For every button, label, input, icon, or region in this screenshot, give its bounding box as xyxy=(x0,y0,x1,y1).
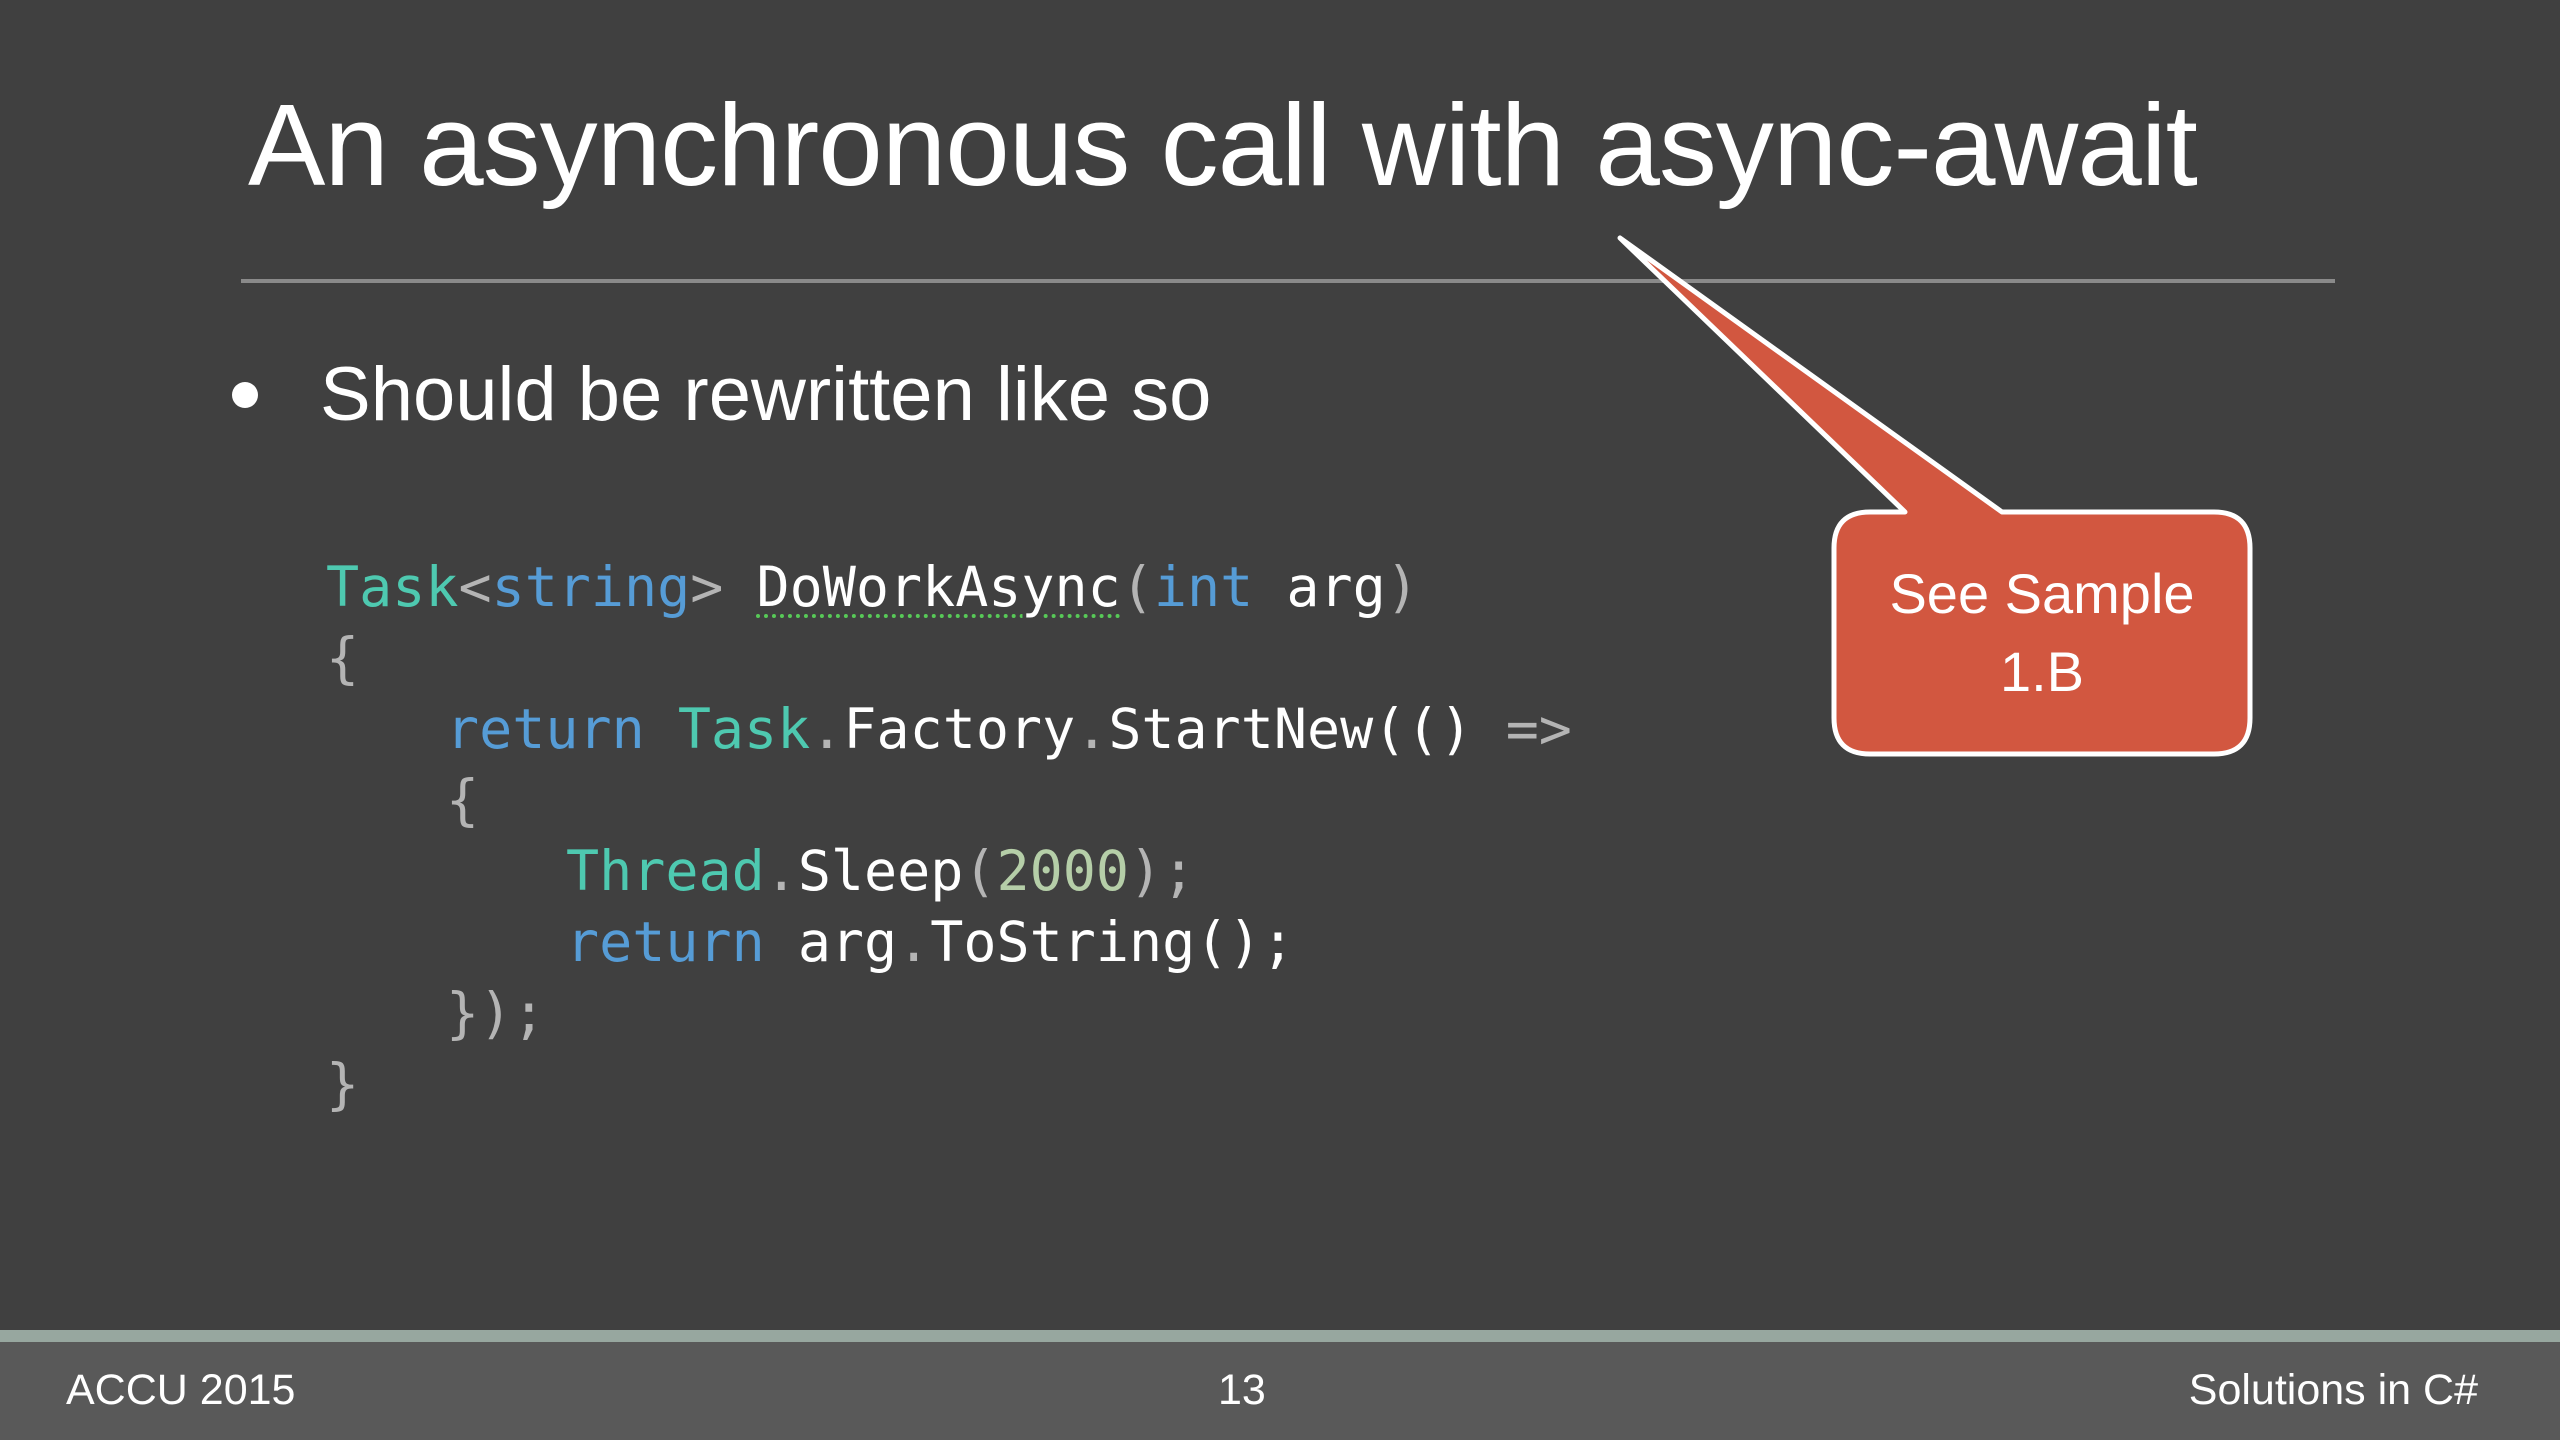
callout-label: See Sample 1.B xyxy=(1832,515,2252,751)
footer-bar xyxy=(0,1330,2560,1440)
footer-event: ACCU 2015 xyxy=(66,1366,296,1414)
callout-line-1: See Sample xyxy=(1889,562,2195,625)
callout-line-2: 1.B xyxy=(1999,640,2085,703)
footer-accent-line xyxy=(0,1330,2560,1342)
footer-section: Solutions in C# xyxy=(2188,1366,2478,1414)
footer-page-number: 13 xyxy=(1218,1366,1266,1414)
